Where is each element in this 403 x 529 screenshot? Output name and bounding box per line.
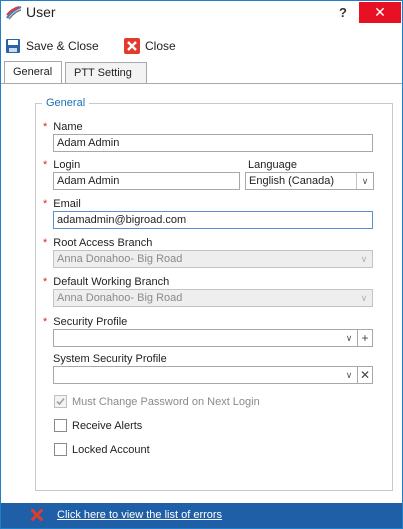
chevron-down-icon[interactable]: ∨ [356,173,373,189]
default-working-branch-value: Anna Donahoo- Big Road [57,292,183,304]
toolbar: Save & Close Close [1,36,402,58]
email-input[interactable]: adamadmin@bigroad.com [53,211,373,229]
language-value: English (Canada) [249,175,334,187]
language-select[interactable]: English (Canada) ∨ [245,172,374,190]
title-bar: User ? ✕ [1,1,402,26]
save-icon [6,39,20,53]
add-security-profile-button[interactable]: + [357,329,373,347]
required-marker: * [43,159,48,171]
system-security-profile-select[interactable]: ∨ [53,366,358,384]
login-input[interactable]: Adam Admin [53,172,240,190]
system-security-profile-label: System Security Profile [53,353,167,365]
default-working-branch-select: Anna Donahoo- Big Road ∨ [53,289,373,307]
chevron-down-icon[interactable]: ∨ [341,330,357,346]
login-label-text: Login [53,159,81,171]
tab-bar: General PTT Setting [1,61,402,84]
root-access-branch-select: Anna Donahoo- Big Road ∨ [53,250,373,268]
close-x-icon [124,38,140,54]
window-title: User [26,4,56,20]
required-marker: * [43,198,48,210]
root-access-branch-value: Anna Donahoo- Big Road [57,253,183,265]
required-marker: * [43,121,48,133]
required-marker: * [43,237,48,249]
receive-alerts-checkbox[interactable]: Receive Alerts [54,419,142,432]
security-profile-select[interactable]: ∨ [53,329,358,347]
name-input[interactable]: Adam Admin [53,134,373,152]
default-working-branch-label-text: Default Working Branch [53,276,170,288]
tab-divider [1,83,402,84]
checkbox-icon[interactable] [54,443,67,456]
locked-account-label: Locked Account [72,443,150,456]
clear-system-security-profile-button[interactable]: ✕ [357,366,373,384]
security-profile-label-text: Security Profile [53,316,128,328]
default-working-branch-label: * Default Working Branch [43,276,169,288]
name-label: * Name [43,121,83,133]
checkbox-icon[interactable] [54,419,67,432]
save-close-label: Save & Close [26,39,99,53]
clear-x-icon: ✕ [359,368,371,382]
login-label: * Login [43,159,80,171]
chevron-down-icon[interactable]: ∨ [341,367,357,383]
close-label: Close [145,39,176,53]
security-profile-label: * Security Profile [43,316,127,328]
save-close-button[interactable]: Save & Close [5,36,99,56]
checkmark-icon [56,397,65,406]
receive-alerts-label: Receive Alerts [72,419,143,432]
help-button[interactable]: ? [339,5,347,20]
general-group-legend: General [42,97,90,109]
status-bar: Click here to view the list of errors [1,503,402,528]
email-label: * Email [43,198,81,210]
chevron-down-icon: ∨ [360,254,368,264]
plus-icon: + [361,331,369,345]
email-label-text: Email [53,198,81,210]
view-errors-link[interactable]: Click here to view the list of errors [57,509,222,521]
app-logo-icon [6,6,22,20]
close-button[interactable]: Close [124,36,176,56]
must-change-password-label: Must Change Password on Next Login [72,395,260,408]
root-access-branch-label: * Root Access Branch [43,237,152,249]
root-access-branch-label-text: Root Access Branch [53,237,153,249]
tab-general[interactable]: General [4,61,62,84]
tab-ptt-setting[interactable]: PTT Setting [65,62,147,83]
error-x-icon [31,509,43,521]
window-close-button[interactable]: ✕ [359,2,401,23]
name-label-text: Name [53,121,83,133]
user-dialog: User ? ✕ Save & Close Close General PTT … [0,0,403,529]
checkbox-icon [54,395,67,408]
required-marker: * [43,276,48,288]
chevron-down-icon: ∨ [360,293,368,303]
language-label: Language [248,159,297,171]
required-marker: * [43,316,48,328]
locked-account-checkbox[interactable]: Locked Account [54,443,150,456]
must-change-password-checkbox: Must Change Password on Next Login [54,395,260,408]
